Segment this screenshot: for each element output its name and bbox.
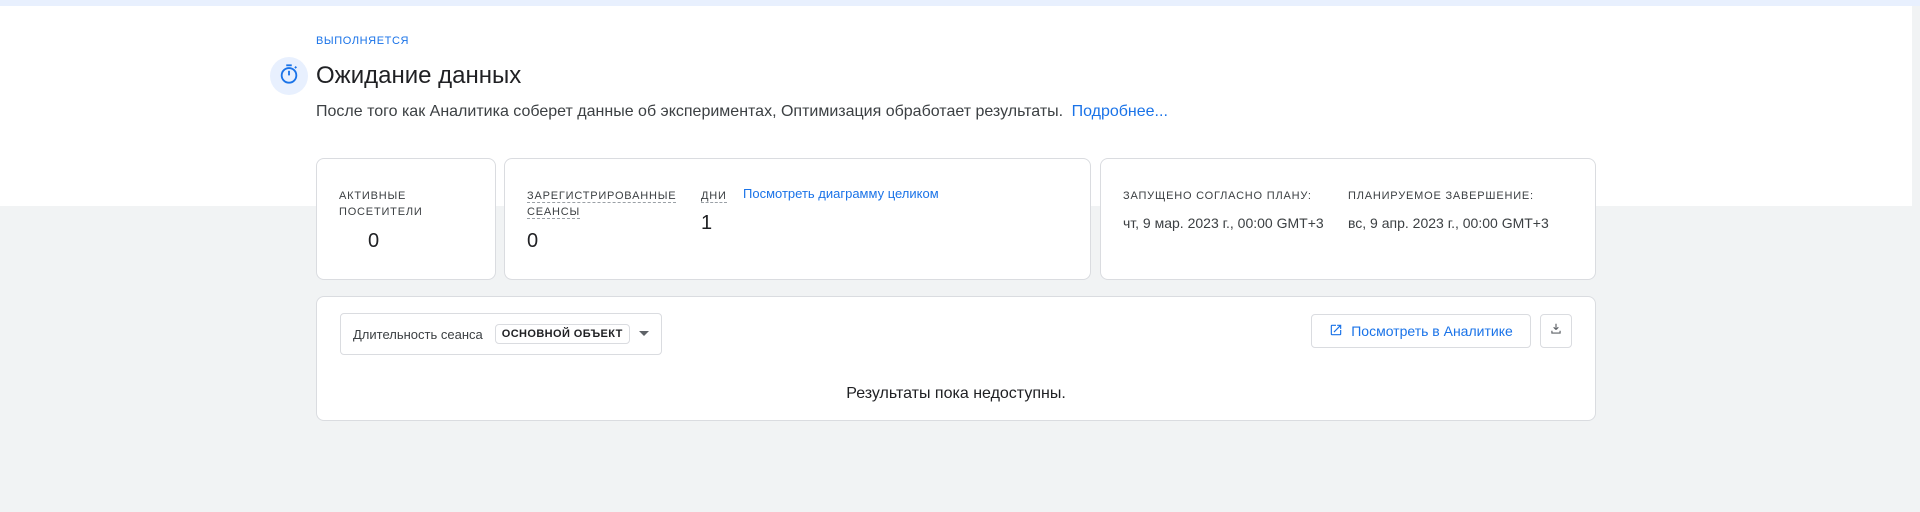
page-description: После того как Аналитика соберет данные …	[316, 103, 1168, 121]
active-visitors-card: АКТИВНЫЕ ПОСЕТИТЕЛИ 0	[316, 158, 496, 280]
schedule-card: ЗАПУЩЕНО СОГЛАСНО ПЛАНУ: чт, 9 мар. 2023…	[1100, 158, 1596, 280]
active-visitors-value: 0	[368, 230, 380, 252]
timer-icon	[278, 63, 300, 90]
timer-badge	[270, 57, 308, 95]
metric-select[interactable]: Длительность сеанса ОСНОВНОЙ ОБЪЕКТ	[340, 313, 662, 355]
open-in-new-icon	[1329, 323, 1343, 340]
view-full-chart-link[interactable]: Посмотреть диаграмму целиком	[743, 186, 939, 201]
primary-objective-chip: ОСНОВНОЙ ОБЪЕКТ	[494, 324, 630, 344]
started-label: ЗАПУЩЕНО СОГЛАСНО ПЛАНУ:	[1123, 190, 1312, 202]
started-value: чт, 9 мар. 2023 г., 00:00 GMT+3	[1123, 215, 1324, 231]
active-visitors-label: АКТИВНЫЕ ПОСЕТИТЕЛИ	[339, 190, 423, 218]
chevron-down-icon	[639, 331, 649, 336]
download-icon	[1549, 322, 1563, 341]
days-label[interactable]: ДНИ	[701, 188, 727, 204]
results-empty-message: Результаты пока недоступны.	[846, 385, 1066, 402]
experiment-status-page: ВЫПОЛНЯЕТСЯ Ожидание данных После того к…	[0, 0, 1920, 512]
days-value: 1	[701, 212, 713, 234]
learn-more-link[interactable]: Подробнее...	[1072, 103, 1168, 120]
description-text: После того как Аналитика соберет данные …	[316, 103, 1064, 120]
download-button[interactable]	[1540, 314, 1572, 348]
planned-end-label: ПЛАНИРУЕМОЕ ЗАВЕРШЕНИЕ:	[1348, 190, 1534, 202]
metric-select-label: Длительность сеанса	[353, 326, 483, 342]
sessions-days-card: ЗАРЕГИСТРИРОВАННЫЕ СЕАНСЫ 0 ДНИ Посмотре…	[504, 158, 1091, 280]
status-label: ВЫПОЛНЯЕТСЯ	[316, 35, 410, 47]
sessions-value: 0	[527, 230, 539, 252]
page-title: Ожидание данных	[316, 62, 522, 89]
planned-end-value: вс, 9 апр. 2023 г., 00:00 GMT+3	[1348, 215, 1549, 231]
sessions-label[interactable]: ЗАРЕГИСТРИРОВАННЫЕ СЕАНСЫ	[527, 188, 677, 220]
view-in-analytics-label: Посмотреть в Аналитике	[1351, 323, 1513, 339]
view-in-analytics-button[interactable]: Посмотреть в Аналитике	[1311, 314, 1531, 348]
